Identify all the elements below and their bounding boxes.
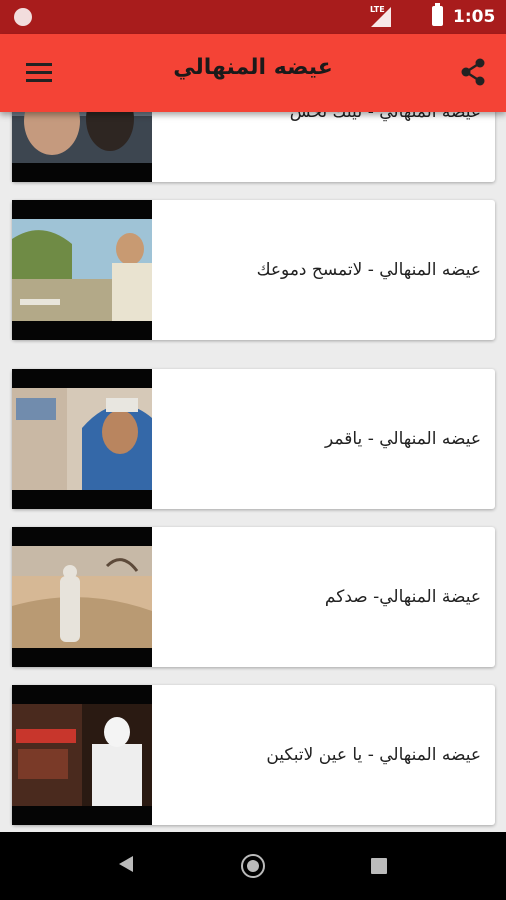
- thumbnail-image: [12, 219, 152, 321]
- video-card[interactable]: عيضه المنهالي - ليتك تحس: [12, 112, 495, 182]
- video-thumbnail: [12, 112, 152, 182]
- video-title: عيضه المنهالي - يا عين لاتبكين: [266, 745, 481, 765]
- navigation-bar: [0, 832, 506, 900]
- home-icon[interactable]: [241, 854, 265, 878]
- video-list[interactable]: عيضه المنهالي - ليتك تحس عيضه المنهالي -…: [0, 112, 506, 832]
- share-icon[interactable]: [458, 57, 488, 87]
- video-thumbnail: [12, 685, 152, 825]
- thumbnail-image: [12, 388, 152, 490]
- video-card[interactable]: عيضة المنهالي- صدكم: [12, 527, 495, 667]
- video-thumbnail: [12, 369, 152, 509]
- video-title: عيضه المنهالي - ياقمر: [325, 429, 481, 449]
- thumbnail-image: [12, 704, 152, 806]
- recents-icon[interactable]: [371, 858, 387, 874]
- thumbnail-image: [12, 546, 152, 648]
- video-card[interactable]: عيضه المنهالي - ياقمر: [12, 369, 495, 509]
- app-title: عيضه المنهالي: [173, 55, 333, 80]
- back-icon[interactable]: [117, 854, 135, 874]
- status-bar: LTE 1:05: [0, 0, 506, 34]
- video-thumbnail: [12, 527, 152, 667]
- video-card[interactable]: عيضه المنهالي - يا عين لاتبكين: [12, 685, 495, 825]
- video-title: عيضة المنهالي- صدكم: [324, 587, 481, 607]
- video-title: عيضه المنهالي - لاتمسح دموعك: [256, 260, 481, 280]
- video-thumbnail: [12, 200, 152, 340]
- network-type: LTE: [370, 5, 385, 14]
- thumbnail-image: [12, 112, 152, 163]
- video-title: عيضه المنهالي - ليتك تحس: [289, 112, 481, 122]
- clock: 1:05: [453, 7, 496, 27]
- battery-icon: [432, 3, 443, 26]
- notification-dot-icon: [14, 8, 32, 26]
- app-bar: عيضه المنهالي: [0, 34, 506, 112]
- video-card[interactable]: عيضه المنهالي - لاتمسح دموعك: [12, 200, 495, 340]
